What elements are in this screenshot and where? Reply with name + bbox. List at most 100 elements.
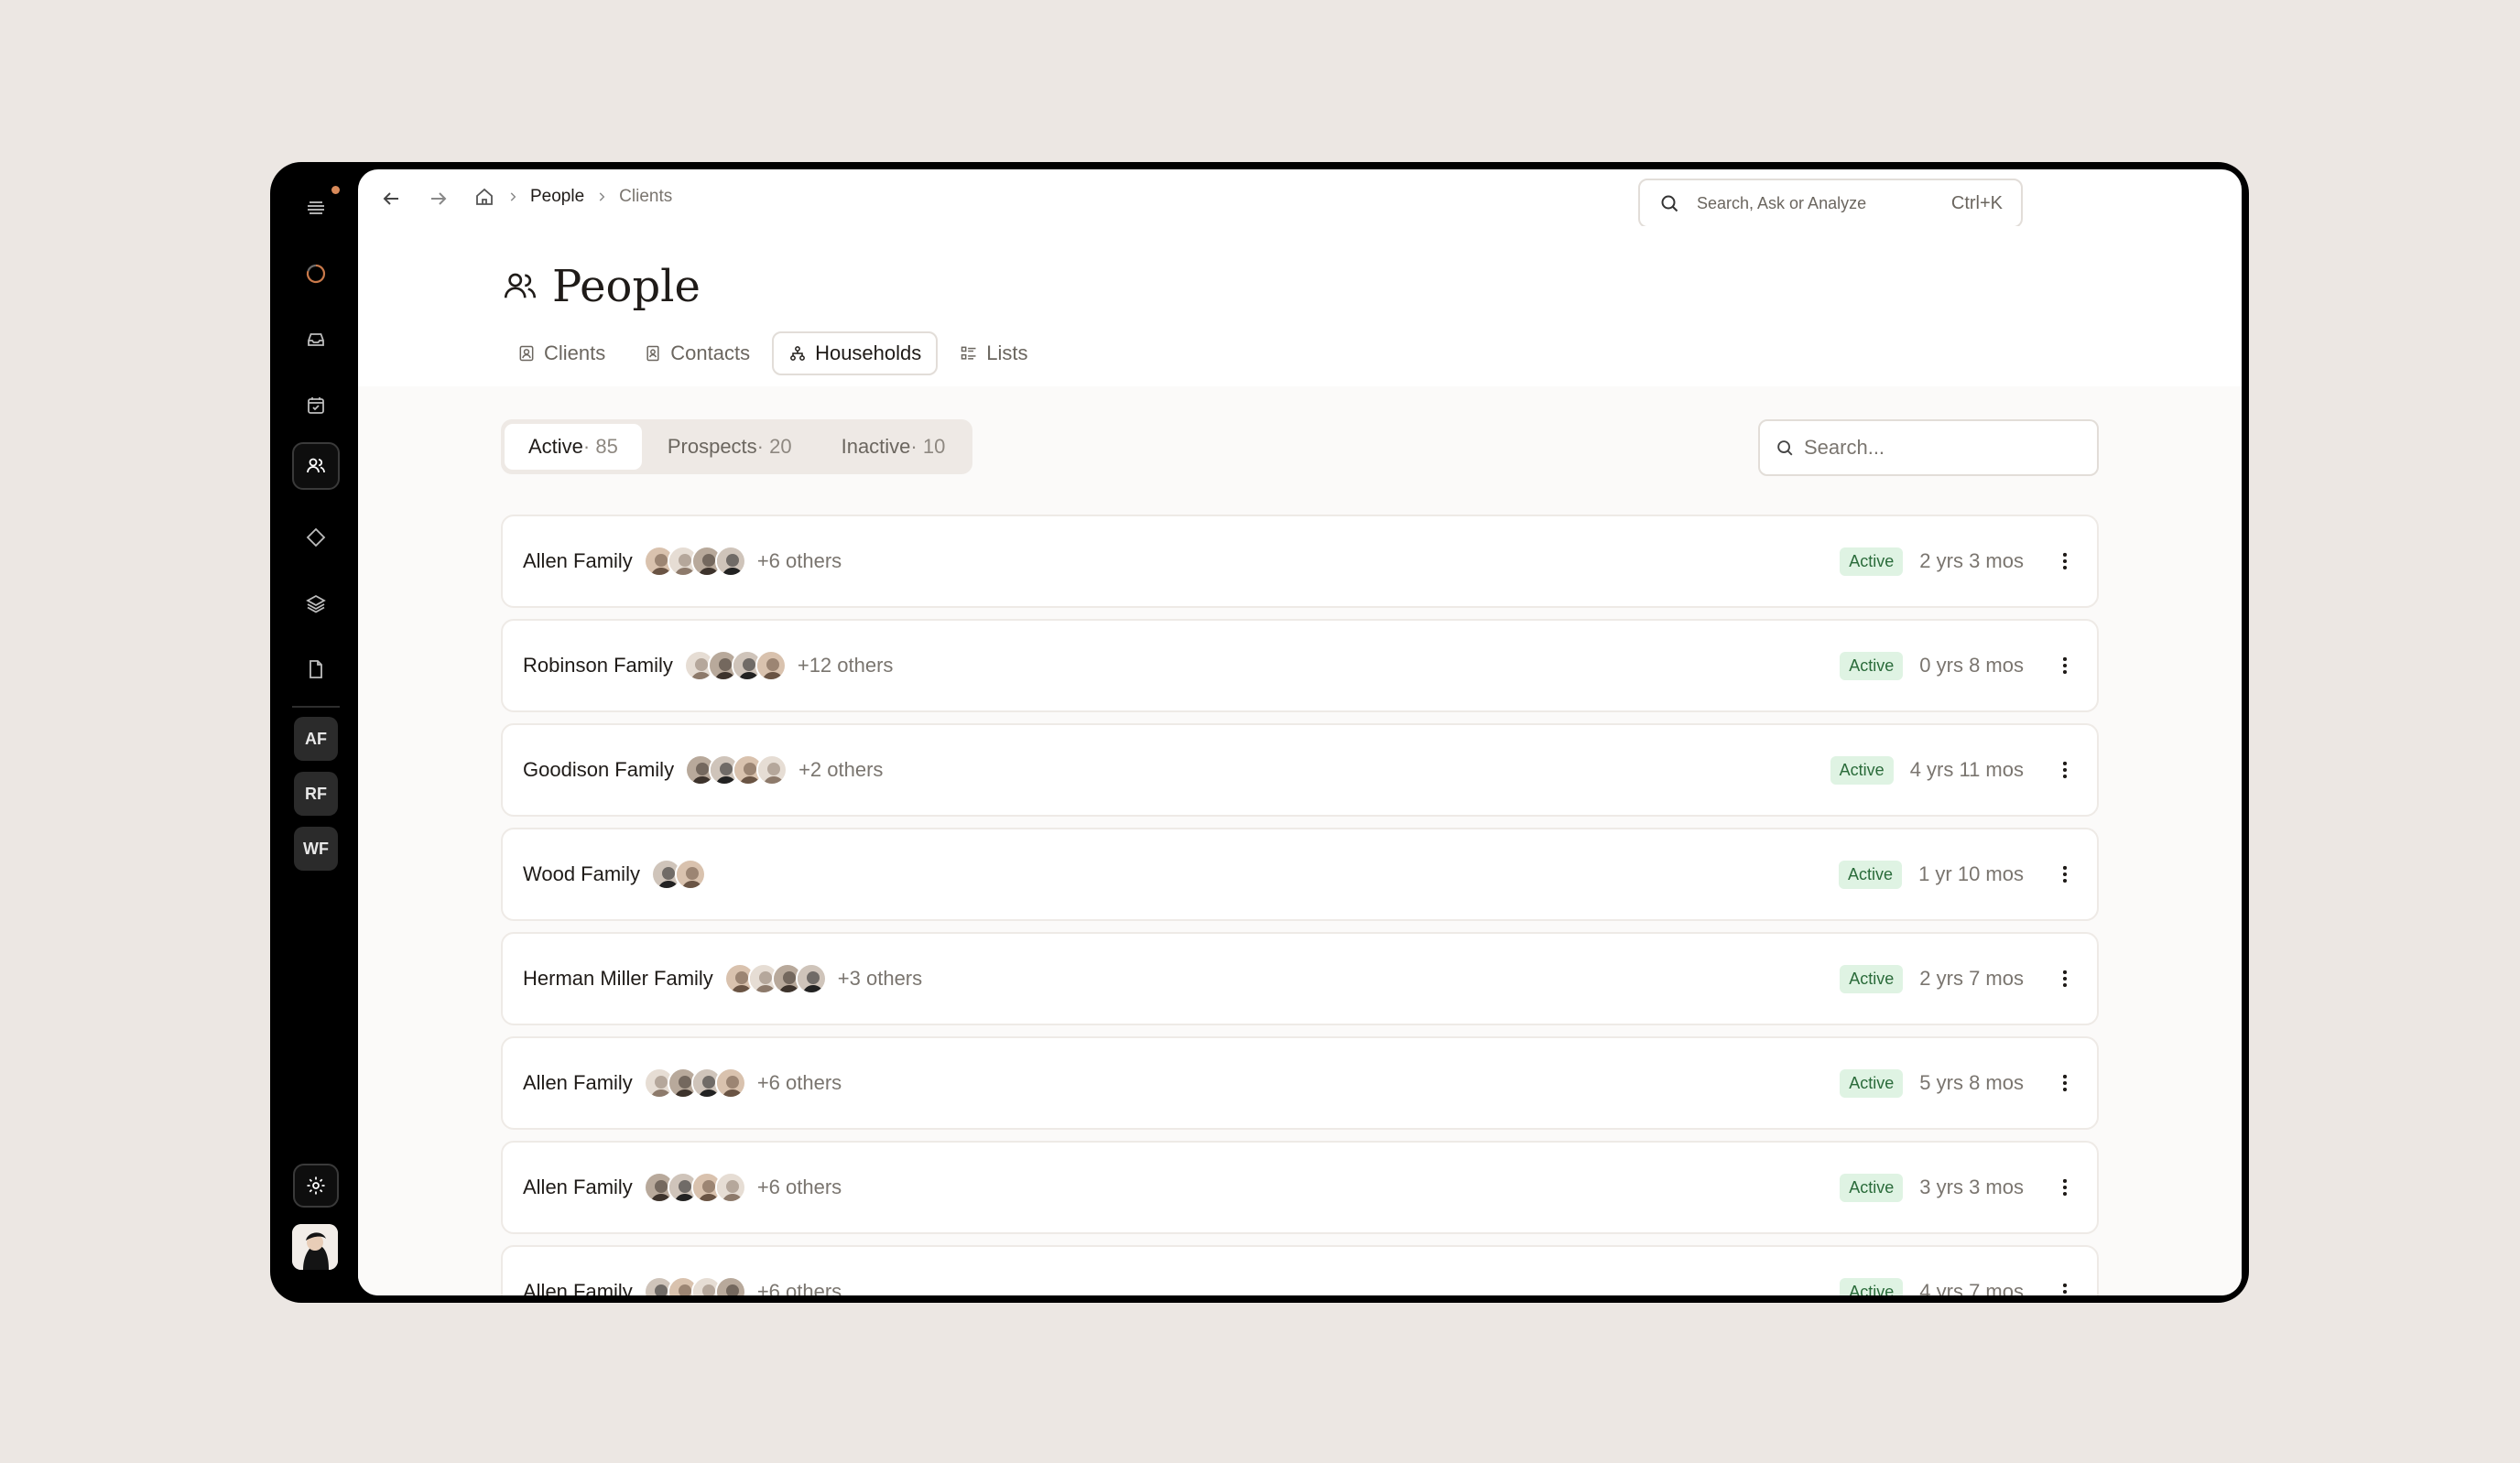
filter-active[interactable]: Active · 85 xyxy=(505,424,642,470)
people-icon[interactable] xyxy=(292,442,340,490)
filter-inactive[interactable]: Inactive · 10 xyxy=(818,424,970,470)
member-avatars xyxy=(723,963,827,994)
tab-clients[interactable]: Clients xyxy=(501,331,622,375)
breadcrumb-clients[interactable]: Clients xyxy=(619,187,672,207)
client-tenure: 2 yrs 3 mos xyxy=(1919,549,2024,572)
recent-household-wf[interactable]: WF xyxy=(294,827,338,871)
household-row[interactable]: Allen Family +6 others Active 3 yrs 3 mo… xyxy=(501,1141,2099,1234)
tab-clients-label: Clients xyxy=(544,341,606,364)
breadcrumb: People Clients xyxy=(473,186,672,208)
settings-gear-icon[interactable] xyxy=(293,1164,339,1208)
global-search-bar[interactable]: Search, Ask or Analyze Ctrl+K xyxy=(1638,179,2023,228)
others-count: +6 others xyxy=(756,1071,842,1094)
row-meta: Active 5 yrs 8 mos xyxy=(1840,1068,2077,1098)
more-vertical-icon[interactable] xyxy=(2053,549,2077,573)
member-avatar xyxy=(714,1067,746,1099)
households-search[interactable] xyxy=(1758,419,2099,476)
client-tenure: 4 yrs 7 mos xyxy=(1919,1280,2024,1295)
filter-active-label: Active xyxy=(528,435,583,458)
contact-book-icon xyxy=(646,345,659,362)
tab-contacts[interactable]: Contacts xyxy=(627,331,766,375)
row-meta: Active 2 yrs 7 mos xyxy=(1840,964,2077,993)
households-search-input[interactable] xyxy=(1804,436,2082,460)
household-row[interactable]: Allen Family +6 others Active 2 yrs 3 mo… xyxy=(501,515,2099,608)
household-name: Allen Family xyxy=(523,549,633,572)
member-avatars xyxy=(685,754,788,786)
user-avatar[interactable] xyxy=(292,1224,338,1270)
breadcrumb-people[interactable]: People xyxy=(530,187,584,207)
household-tree-icon xyxy=(790,346,805,361)
more-vertical-icon[interactable] xyxy=(2053,758,2077,782)
client-tenure: 3 yrs 3 mos xyxy=(1919,1176,2024,1198)
member-avatars xyxy=(643,1067,746,1099)
status-badge: Active xyxy=(1840,1173,1904,1202)
more-vertical-icon[interactable] xyxy=(2053,862,2077,886)
people-icon xyxy=(504,273,537,298)
filter-inactive-label: Inactive xyxy=(841,435,911,458)
more-vertical-icon[interactable] xyxy=(2053,1280,2077,1295)
forward-arrow-icon[interactable] xyxy=(428,188,450,210)
more-vertical-icon[interactable] xyxy=(2053,1176,2077,1199)
more-vertical-icon[interactable] xyxy=(2053,654,2077,677)
status-filter: Active · 85 Prospects · 20 Inactive · 10 xyxy=(501,419,973,474)
back-arrow-icon[interactable] xyxy=(380,188,402,210)
row-meta: Active 4 yrs 7 mos xyxy=(1840,1277,2077,1295)
home-icon[interactable] xyxy=(473,186,495,208)
household-row[interactable]: Goodison Family +2 others Active 4 yrs 1… xyxy=(501,723,2099,817)
household-name: Allen Family xyxy=(523,1071,633,1094)
member-avatar xyxy=(674,859,706,890)
member-avatars xyxy=(683,650,787,681)
member-avatars xyxy=(643,546,746,577)
filter-prospects-count: · 20 xyxy=(756,435,792,458)
member-avatar xyxy=(714,546,746,577)
others-count: +12 others xyxy=(797,654,894,677)
search-icon xyxy=(1777,440,1793,456)
layers-icon[interactable] xyxy=(292,580,340,627)
loading-ring-icon[interactable] xyxy=(292,250,340,298)
search-shortcut: Ctrl+K xyxy=(1950,192,2003,213)
search-icon xyxy=(1661,195,1678,212)
member-avatar xyxy=(756,754,788,786)
tab-lists[interactable]: Lists xyxy=(943,331,1044,375)
page-header: People Clients Contacts Households Lists xyxy=(358,226,2242,386)
chevron-right-icon xyxy=(510,192,516,201)
household-name: Goodison Family xyxy=(523,758,675,781)
calendar-check-icon[interactable] xyxy=(292,382,340,429)
document-icon[interactable] xyxy=(292,645,340,693)
household-name: Herman Miller Family xyxy=(523,967,713,990)
row-meta: Active 3 yrs 3 mos xyxy=(1840,1173,2077,1202)
diamond-icon[interactable] xyxy=(292,514,340,561)
others-count: +6 others xyxy=(756,1280,842,1295)
household-row[interactable]: Allen Family +6 others Active 4 yrs 7 mo… xyxy=(501,1245,2099,1295)
inbox-icon[interactable] xyxy=(292,316,340,363)
household-row[interactable]: Robinson Family +12 others Active 0 yrs … xyxy=(501,619,2099,712)
client-tenure: 4 yrs 11 mos xyxy=(1909,758,2024,781)
row-meta: Active 2 yrs 3 mos xyxy=(1840,547,2077,576)
top-bar: People Clients Search, Ask or Analyze Ct… xyxy=(358,169,2242,228)
household-row[interactable]: Allen Family +6 others Active 5 yrs 8 mo… xyxy=(501,1036,2099,1130)
contact-card-icon xyxy=(519,345,534,362)
page-title-text: People xyxy=(552,261,701,312)
household-row[interactable]: Wood Family Active 1 yr 10 mos xyxy=(501,828,2099,921)
app-logo-icon[interactable] xyxy=(292,184,340,232)
status-badge: Active xyxy=(1840,651,1904,680)
household-name: Allen Family xyxy=(523,1280,633,1295)
client-tenure: 2 yrs 7 mos xyxy=(1919,967,2024,990)
client-tenure: 0 yrs 8 mos xyxy=(1919,654,2024,677)
member-avatar xyxy=(714,1172,746,1203)
household-name: Wood Family xyxy=(523,862,640,885)
recent-household-rf[interactable]: RF xyxy=(294,772,338,816)
tab-lists-label: Lists xyxy=(986,341,1028,364)
status-badge: Active xyxy=(1840,964,1904,993)
filter-prospects[interactable]: Prospects · 20 xyxy=(644,424,816,470)
others-count: +6 others xyxy=(756,549,842,572)
household-row[interactable]: Herman Miller Family +3 others Active 2 … xyxy=(501,932,2099,1025)
filter-inactive-count: · 10 xyxy=(910,435,946,458)
more-vertical-icon[interactable] xyxy=(2053,967,2077,991)
filter-active-count: · 85 xyxy=(582,435,618,458)
filter-prospects-label: Prospects xyxy=(667,435,757,458)
tab-households[interactable]: Households xyxy=(772,331,939,375)
more-vertical-icon[interactable] xyxy=(2053,1071,2077,1095)
recent-household-af[interactable]: AF xyxy=(294,717,338,761)
global-search-placeholder: Search, Ask or Analyze xyxy=(1697,193,1867,212)
